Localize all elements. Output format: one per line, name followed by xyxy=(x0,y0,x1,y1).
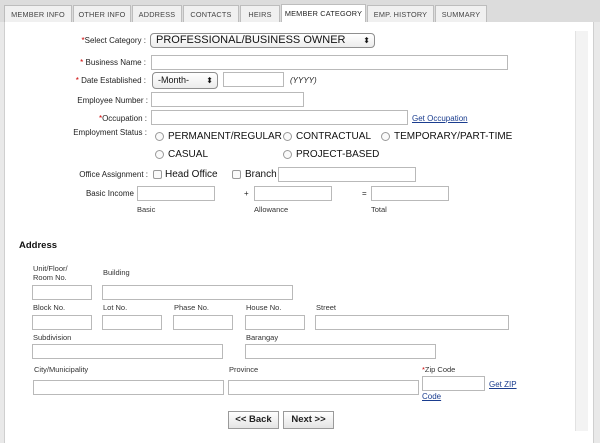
subdivision-input[interactable] xyxy=(32,344,223,359)
unit-label-line1: Unit/Floor/ xyxy=(33,264,68,273)
employment-status-label: Employment Status : xyxy=(73,128,147,137)
radio-contractual[interactable] xyxy=(283,132,292,141)
option-temporary-part-time: TEMPORARY/PART-TIME xyxy=(394,131,513,142)
province-input[interactable] xyxy=(228,380,419,395)
street-label: Street xyxy=(316,303,337,312)
address-heading: Address xyxy=(19,240,58,251)
tab-bar: MEMBER INFO OTHER INFO ADDRESS CONTACTS … xyxy=(0,0,600,23)
tab-member-category[interactable]: MEMBER CATEGORY xyxy=(281,4,366,23)
date-established-label: * Date Established : xyxy=(75,76,146,85)
phase-label: Phase No. xyxy=(174,303,210,312)
business-name-label: * Business Name : xyxy=(80,58,146,67)
get-occupation-link[interactable]: Get Occupation xyxy=(412,114,468,123)
lot-input[interactable] xyxy=(102,315,162,330)
option-contractual: CONTRACTUAL xyxy=(296,131,372,142)
get-zip-code-link[interactable]: Code xyxy=(422,392,441,401)
block-label: Block No. xyxy=(33,303,66,312)
unit-input[interactable] xyxy=(32,285,92,300)
year-input[interactable] xyxy=(223,72,284,87)
chevron-updown-icon: ⬍ xyxy=(363,36,370,45)
equals-sign: = xyxy=(362,189,367,198)
zip-label: *Zip Code xyxy=(422,365,456,374)
allowance-input[interactable] xyxy=(254,186,332,201)
allowance-caption: Allowance xyxy=(254,205,289,214)
tab-emp-history[interactable]: EMP. HISTORY xyxy=(367,5,434,22)
occupation-input[interactable] xyxy=(151,110,408,125)
employee-number-input[interactable] xyxy=(151,92,304,107)
barangay-input[interactable] xyxy=(245,344,436,359)
radio-temporary-part-time[interactable] xyxy=(381,132,390,141)
get-zip-link[interactable]: Get ZIP xyxy=(489,380,517,389)
house-input[interactable] xyxy=(245,315,305,330)
branch-label: Branch xyxy=(245,169,277,180)
block-input[interactable] xyxy=(32,315,92,330)
head-office-label: Head Office xyxy=(165,169,218,180)
employee-number-label: Employee Number : xyxy=(77,96,148,105)
option-casual: CASUAL xyxy=(168,149,209,160)
tab-contacts[interactable]: CONTACTS xyxy=(183,5,239,22)
select-category-label: *Select Category : xyxy=(81,36,147,45)
total-input[interactable] xyxy=(371,186,449,201)
branch-input[interactable] xyxy=(278,167,416,182)
province-label: Province xyxy=(229,365,259,374)
year-hint: (YYYY) xyxy=(290,76,317,85)
option-permanent-regular: PERMANENT/REGULAR xyxy=(168,131,282,142)
head-office-checkbox[interactable] xyxy=(153,170,162,179)
next-button[interactable]: Next >> xyxy=(283,411,334,429)
option-project-based: PROJECT-BASED xyxy=(296,149,380,160)
basic-income-input[interactable] xyxy=(137,186,215,201)
phase-input[interactable] xyxy=(173,315,233,330)
house-label: House No. xyxy=(246,303,282,312)
category-select-value: PROFESSIONAL/BUSINESS OWNER xyxy=(156,34,346,46)
city-input[interactable] xyxy=(33,380,224,395)
lot-label: Lot No. xyxy=(103,303,128,312)
tab-other-info[interactable]: OTHER INFO xyxy=(73,5,131,22)
category-select[interactable]: PROFESSIONAL/BUSINESS OWNER ⬍ xyxy=(150,33,375,48)
tab-address[interactable]: ADDRESS xyxy=(132,5,182,22)
subdivision-label: Subdivision xyxy=(33,333,72,342)
tab-summary[interactable]: SUMMARY xyxy=(435,5,487,22)
radio-permanent-regular[interactable] xyxy=(155,132,164,141)
scrollbar-track[interactable] xyxy=(575,31,588,431)
building-label: Building xyxy=(103,268,130,277)
radio-casual[interactable] xyxy=(155,150,164,159)
basic-income-label: Basic Income xyxy=(85,189,134,198)
chevron-updown-icon: ⬍ xyxy=(206,76,213,85)
tab-member-info[interactable]: MEMBER INFO xyxy=(4,5,72,22)
office-assignment-label: Office Assignment : xyxy=(79,170,148,179)
month-select-value: -Month- xyxy=(158,75,190,85)
city-label: City/Municipality xyxy=(34,365,89,374)
back-button[interactable]: << Back xyxy=(228,411,279,429)
tab-heirs[interactable]: HEIRS xyxy=(240,5,280,22)
business-name-input[interactable] xyxy=(151,55,508,70)
occupation-label: *Occupation : xyxy=(98,114,147,123)
plus-sign: + xyxy=(244,189,249,198)
unit-label-line2: Room No. xyxy=(33,273,67,282)
total-caption: Total xyxy=(371,205,387,214)
radio-project-based[interactable] xyxy=(283,150,292,159)
basic-caption: Basic xyxy=(137,205,156,214)
branch-checkbox[interactable] xyxy=(232,170,241,179)
street-input[interactable] xyxy=(315,315,509,330)
barangay-label: Barangay xyxy=(246,333,279,342)
month-select[interactable]: -Month- ⬍ xyxy=(152,72,218,89)
building-input[interactable] xyxy=(102,285,293,300)
zip-input[interactable] xyxy=(422,376,485,391)
